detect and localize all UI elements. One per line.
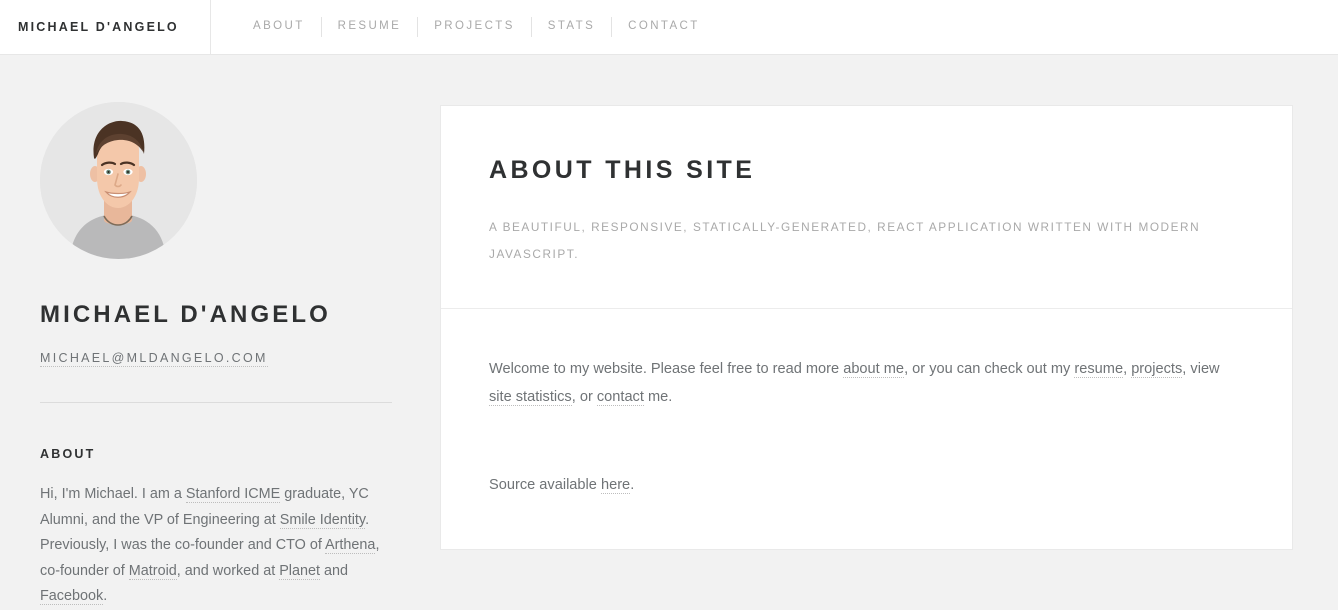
bio-text-segment: , and worked at (176, 562, 280, 579)
bio-link-arthena[interactable]: Arthena (325, 537, 376, 554)
bio-link-planet[interactable]: Planet (279, 562, 321, 580)
profile-sidebar: MICHAEL D'ANGELO MICHAEL@MLDANGELO.COM A… (0, 55, 440, 610)
page-subtitle: A BEAUTIFUL, RESPONSIVE, STATICALLY-GENE… (489, 220, 1201, 261)
welcome-text-segment: , view (1182, 361, 1220, 377)
nav-item-contact[interactable]: CONTACT (612, 21, 716, 33)
nav-item-stats[interactable]: STATS (532, 21, 611, 33)
source-text-segment: . (630, 477, 635, 493)
welcome-text-segment: Welcome to my website. Please feel free … (489, 361, 844, 377)
brand-logo-text[interactable]: MICHAEL D'ANGELO (18, 20, 179, 34)
link-source-here[interactable]: here (600, 477, 631, 494)
bio-link-facebook[interactable]: Facebook (40, 588, 104, 605)
brand-container[interactable]: MICHAEL D'ANGELO (0, 0, 211, 54)
sidebar-divider (40, 402, 392, 403)
avatar-photo (40, 102, 197, 259)
bio-link-smile-identity[interactable]: Smile Identity (279, 511, 366, 529)
page-title: ABOUT THIS SITE (489, 156, 756, 184)
source-text-segment: Source available (489, 477, 601, 493)
link-contact[interactable]: contact (596, 389, 644, 406)
welcome-text-segment: me. (643, 389, 673, 405)
link-resume[interactable]: resume (1074, 361, 1124, 378)
bio-text-segment: . (103, 588, 108, 604)
profile-name: MICHAEL D'ANGELO (40, 301, 331, 328)
nav-item-resume[interactable]: RESUME (322, 21, 418, 33)
profile-email-link[interactable]: MICHAEL@MLDANGELO.COM (40, 351, 268, 367)
link-site-statistics[interactable]: site statistics (489, 389, 572, 406)
nav-item-about[interactable]: ABOUT (237, 21, 321, 33)
bio-link-stanford-icme[interactable]: Stanford ICME (185, 486, 281, 503)
about-card: ABOUT THIS SITE A BEAUTIFUL, RESPONSIVE,… (440, 105, 1293, 550)
avatar (40, 102, 197, 259)
link-projects[interactable]: projects (1131, 361, 1183, 378)
main-content: ABOUT THIS SITE A BEAUTIFUL, RESPONSIVE,… (440, 55, 1293, 550)
link-about-me[interactable]: about me (843, 361, 905, 378)
card-header: ABOUT THIS SITE A BEAUTIFUL, RESPONSIVE,… (441, 106, 1292, 309)
site-header: MICHAEL D'ANGELO ABOUT RESUME PROJECTS S… (0, 0, 1338, 55)
bio-text-segment: and (320, 562, 349, 579)
welcome-paragraph: Welcome to my website. Please feel free … (489, 355, 1244, 411)
sidebar-about-heading: ABOUT (40, 447, 96, 461)
page-body: MICHAEL D'ANGELO MICHAEL@MLDANGELO.COM A… (0, 55, 1338, 610)
nav-item-projects[interactable]: PROJECTS (418, 21, 531, 33)
main-navigation: ABOUT RESUME PROJECTS STATS CONTACT (211, 0, 716, 54)
welcome-text-segment: , or you can check out my (904, 361, 1075, 377)
welcome-text-segment: , or (571, 389, 597, 405)
source-paragraph: Source available here. (489, 471, 1244, 499)
card-body: Welcome to my website. Please feel free … (441, 309, 1292, 549)
sidebar-bio-text: Hi, I'm Michael. I am a Stanford ICME gr… (40, 482, 392, 610)
welcome-text-segment: , (1123, 361, 1132, 377)
bio-link-matroid[interactable]: Matroid (128, 562, 177, 580)
bio-text-segment: Hi, I'm Michael. I am a (40, 486, 186, 502)
